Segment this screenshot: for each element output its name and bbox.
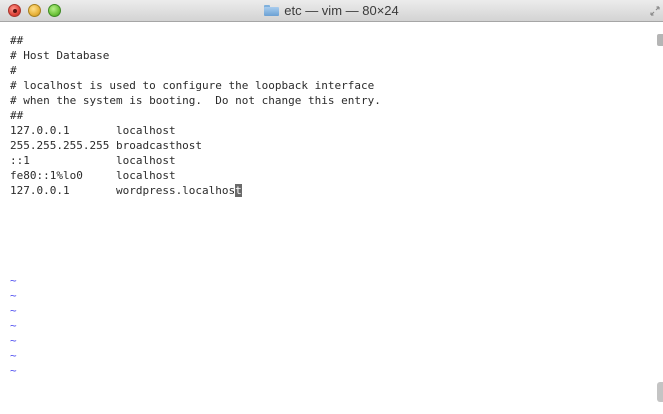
buffer-line: ##	[10, 109, 24, 122]
buffer-line: 127.0.0.1 localhost	[10, 124, 176, 137]
terminal-window: etc — vim — 80×24 ## # Host Database # #…	[0, 0, 663, 414]
buffer-line: # Host Database	[10, 49, 110, 62]
tilde-line: ~	[10, 349, 17, 362]
title-bar[interactable]: etc — vim — 80×24	[0, 0, 663, 22]
empty-line	[10, 213, 381, 228]
tilde-line: ~	[10, 364, 17, 377]
window-title: etc — vim — 80×24	[0, 3, 663, 18]
vim-buffer[interactable]: ## # Host Database # # localhost is used…	[10, 33, 381, 378]
buffer-line: ##	[10, 34, 24, 47]
window-title-text: etc — vim — 80×24	[284, 3, 399, 18]
buffer-line: ::1 localhost	[10, 154, 176, 167]
scroll-thumb[interactable]	[657, 382, 663, 402]
empty-line	[10, 198, 381, 213]
tilde-line: ~	[10, 289, 17, 302]
tilde-line: ~	[10, 304, 17, 317]
empty-line	[10, 228, 381, 243]
empty-line	[10, 243, 381, 258]
cursor-line: 127.0.0.1 wordpress.localhost	[10, 183, 381, 198]
tilde-line: ~	[10, 319, 17, 332]
buffer-line: fe80::1%lo0 localhost	[10, 169, 176, 182]
text-cursor: t	[235, 184, 242, 197]
tilde-line: ~	[10, 274, 17, 287]
buffer-line: # when the system is booting. Do not cha…	[10, 94, 381, 107]
scroll-track[interactable]	[657, 23, 663, 414]
fullscreen-icon[interactable]	[650, 6, 660, 16]
buffer-line: # localhost is used to configure the loo…	[10, 79, 375, 92]
buffer-line: #	[10, 64, 17, 77]
folder-icon	[264, 5, 280, 16]
cursor-line-text: 127.0.0.1 wordpress.localhos	[10, 184, 236, 197]
tilde-line: ~	[10, 334, 17, 347]
buffer-line: 255.255.255.255 broadcasthost	[10, 139, 203, 152]
scroll-marker	[657, 34, 663, 46]
empty-line	[10, 258, 381, 273]
